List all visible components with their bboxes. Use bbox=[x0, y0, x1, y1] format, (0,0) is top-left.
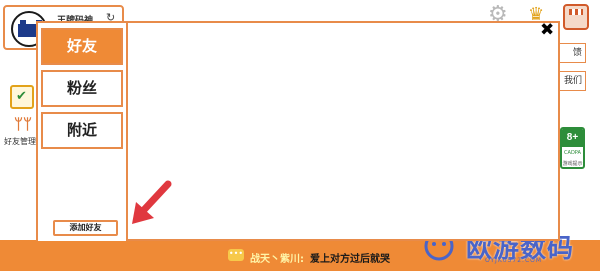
friends-manage-icon[interactable]: ᛘᛘ bbox=[10, 115, 36, 133]
add-friend-button[interactable]: 添加好友 bbox=[53, 220, 118, 236]
shop-icon[interactable] bbox=[563, 4, 589, 30]
chat-speaker: 战天丶紫川: bbox=[250, 254, 304, 265]
about-us-button[interactable]: 我们 bbox=[556, 71, 586, 91]
close-icon[interactable]: ✖ bbox=[540, 22, 554, 39]
tab-panel: 好友 粉丝 附近 添加好友 bbox=[38, 23, 128, 241]
chat-line: 战天丶紫川: 爱上对方过后就哭 bbox=[250, 250, 390, 265]
hint-arrow-icon bbox=[132, 180, 172, 224]
tab-nearby[interactable]: 附近 bbox=[41, 112, 123, 149]
tab-friends[interactable]: 好友 bbox=[41, 28, 123, 65]
friends-dialog: 好友 粉丝 附近 添加好友 bbox=[36, 21, 560, 241]
watermark-url: OYJK0572.COM bbox=[485, 257, 543, 264]
chat-message: 爱上对方过后就哭 bbox=[310, 254, 390, 265]
friends-manage-label: 好友管理 bbox=[4, 137, 36, 146]
age-rating-badge: 8+ CADPA 游戏提示 bbox=[560, 127, 585, 169]
calendar-checkin-icon[interactable] bbox=[10, 85, 34, 109]
tab-fans[interactable]: 粉丝 bbox=[41, 70, 123, 107]
feedback-button[interactable]: 馈 bbox=[556, 43, 586, 63]
chat-bubble-icon: ••• bbox=[228, 249, 244, 261]
